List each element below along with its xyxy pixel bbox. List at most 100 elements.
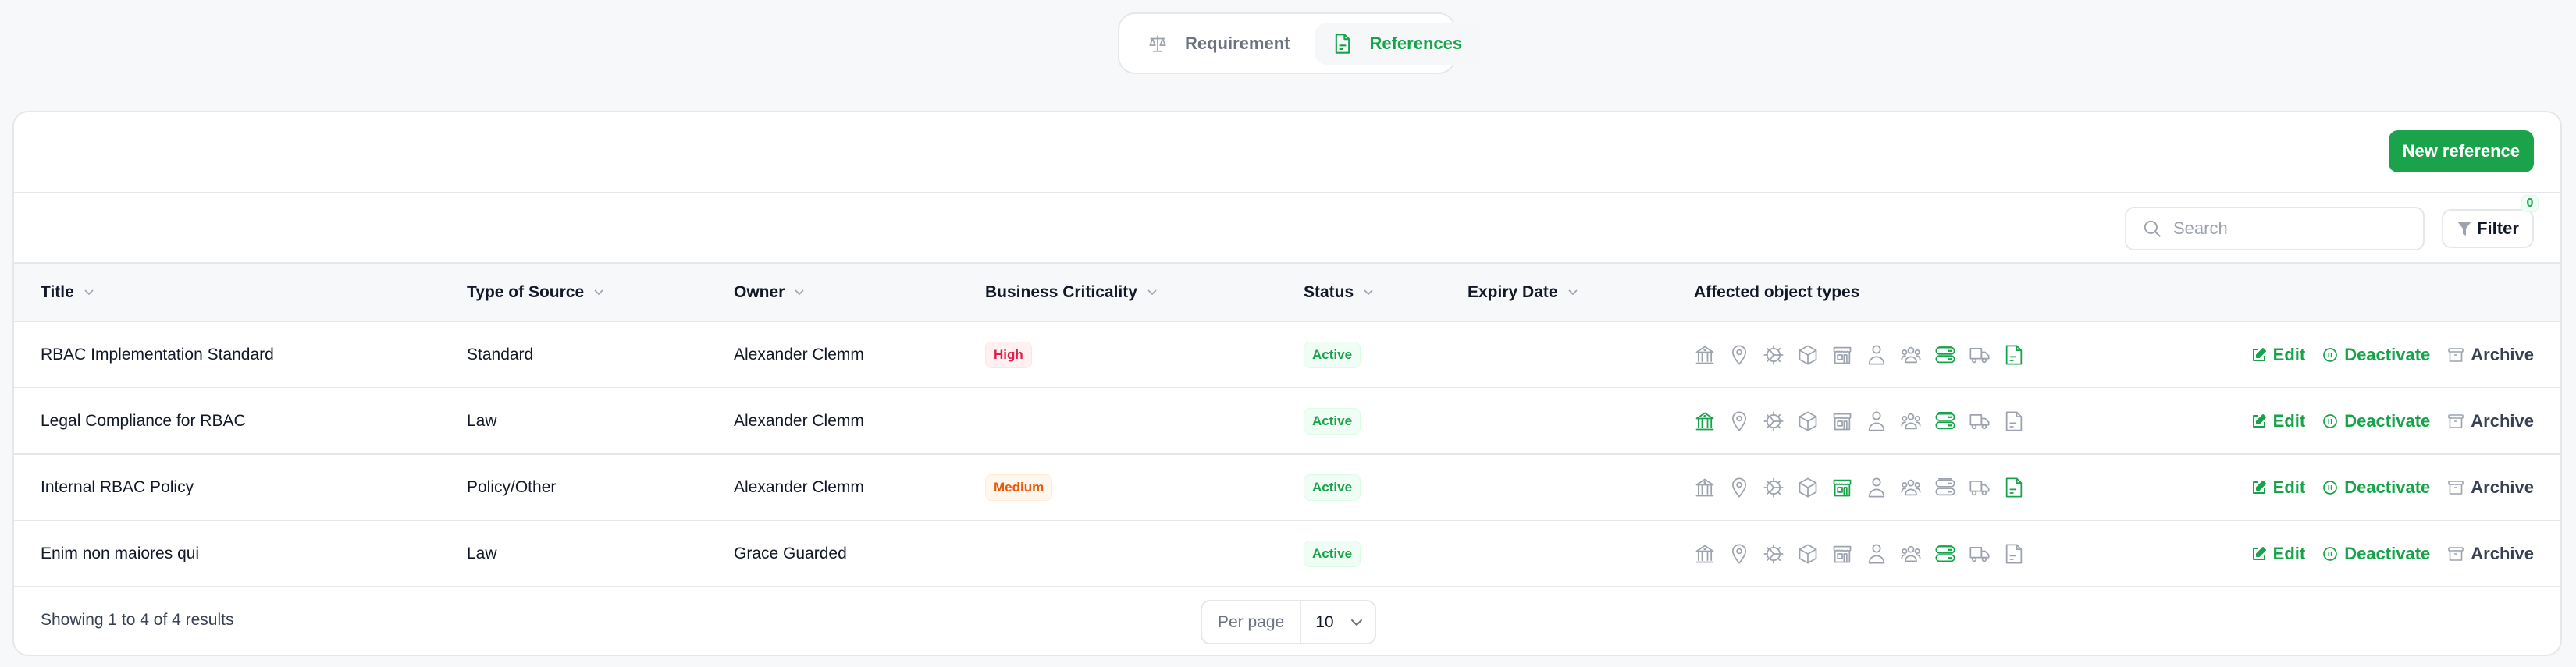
tab-requirement[interactable]: Requirement: [1129, 23, 1308, 65]
map-pin-icon: [1728, 542, 1750, 566]
column-owner: Owner: [734, 282, 785, 301]
cell-title: RBAC Implementation Standard: [41, 345, 274, 364]
chevron-down-icon: [1364, 289, 1373, 295]
edit-icon: [2252, 347, 2266, 361]
truck-icon: [1969, 542, 1991, 566]
sort-type[interactable]: Type of Source: [467, 283, 604, 302]
users-icon: [1900, 476, 1922, 499]
truck-icon: [1969, 410, 1991, 433]
cell-title: Internal RBAC Policy: [41, 477, 194, 496]
document-icon: [2003, 343, 2025, 367]
tab-references[interactable]: References: [1315, 22, 1482, 65]
archive-button[interactable]: Archive: [2447, 411, 2534, 431]
archive-label: Archive: [2471, 477, 2534, 497]
table-header-row: Title Type of Source Owner Business Crit…: [14, 264, 2560, 321]
archive-icon: [2448, 413, 2464, 428]
edit-label: Edit: [2272, 477, 2306, 497]
filter-count-badge: 0: [2521, 195, 2539, 212]
edit-button[interactable]: Edit: [2251, 345, 2305, 365]
column-status: Status: [1304, 282, 1354, 301]
table-toolbar: Filter 0: [14, 193, 2560, 264]
new-reference-button[interactable]: New reference: [2388, 130, 2534, 172]
bank-icon: [1694, 476, 1716, 499]
table-row[interactable]: Legal Compliance for RBAC Law Alexander …: [14, 388, 2560, 454]
map-pin-icon: [1728, 410, 1750, 433]
edit-button[interactable]: Edit: [2251, 477, 2306, 498]
edit-button[interactable]: Edit: [2251, 411, 2305, 431]
cube-icon: [1797, 542, 1819, 566]
affected-object-icons: [1694, 542, 2162, 566]
chevron-down-icon: [594, 289, 603, 295]
deactivate-button[interactable]: Deactivate: [2322, 544, 2430, 564]
cell-type: Standard: [467, 345, 534, 364]
references-table: Title Type of Source Owner Business Crit…: [14, 264, 2560, 587]
document-icon: [2003, 542, 2025, 566]
edit-label: Edit: [2272, 543, 2306, 563]
search-box[interactable]: [2125, 207, 2425, 250]
document-icon: [2003, 410, 2025, 433]
tab-references-label: References: [1369, 33, 1463, 53]
archive-button[interactable]: Archive: [2447, 544, 2534, 564]
per-page-dropdown[interactable]: 10: [1301, 613, 1363, 632]
cell-owner: Alexander Clemm: [734, 345, 864, 364]
column-type: Type of Source: [467, 282, 585, 301]
archive-label: Archive: [2471, 410, 2534, 431]
tab-requirement-label: Requirement: [1185, 33, 1290, 53]
status-badge: Active: [1304, 407, 1361, 435]
deactivate-label: Deactivate: [2344, 477, 2431, 497]
search-input[interactable]: [2173, 218, 2407, 239]
column-expiry: Expiry Date: [1468, 282, 1558, 301]
results-summary: Showing 1 to 4 of 4 results: [41, 611, 234, 629]
cell-owner: Alexander Clemm: [734, 477, 864, 496]
pause-circle-icon: [2323, 480, 2338, 495]
sort-owner[interactable]: Owner: [734, 283, 805, 302]
sort-criticality[interactable]: Business Criticality: [985, 283, 1158, 302]
map-pin-icon: [1728, 476, 1750, 499]
affected-object-icons: [1694, 476, 2162, 499]
table-row[interactable]: RBAC Implementation Standard Standard Al…: [14, 321, 2560, 388]
row-actions: Edit Deactivate Archive: [2162, 345, 2560, 365]
per-page-selector: Per page 10: [1201, 600, 1376, 644]
user-icon: [1866, 343, 1888, 367]
status-badge: Active: [1304, 474, 1361, 501]
affected-object-icons: [1694, 410, 2162, 433]
archive-button[interactable]: Archive: [2447, 477, 2534, 498]
filter-button[interactable]: Filter 0: [2442, 195, 2539, 248]
column-title: Title: [41, 282, 74, 301]
cell-title: Enim non maiores qui: [41, 544, 200, 562]
status-badge: Active: [1304, 540, 1361, 567]
user-icon: [1866, 542, 1888, 566]
store-icon: [1831, 542, 1853, 566]
map-pin-icon: [1728, 343, 1750, 367]
store-icon: [1831, 476, 1853, 499]
per-page-value: 10: [1315, 612, 1334, 631]
table-row[interactable]: Internal RBAC Policy Policy/Other Alexan…: [14, 454, 2560, 520]
column-criticality: Business Criticality: [985, 282, 1137, 301]
table-row[interactable]: Enim non maiores qui Law Grace Guarded A…: [14, 520, 2560, 587]
archive-icon: [2448, 480, 2464, 495]
gear-icon: [1763, 476, 1784, 499]
chevron-down-icon: [84, 289, 94, 295]
column-actions: [2162, 264, 2560, 321]
deactivate-button[interactable]: Deactivate: [2322, 477, 2430, 498]
criticality-badge: Medium: [985, 474, 1053, 501]
row-actions: Edit Deactivate Archive: [2162, 477, 2560, 498]
archive-button[interactable]: Archive: [2447, 345, 2534, 365]
deactivate-label: Deactivate: [2344, 344, 2431, 364]
server-icon: [1934, 476, 1956, 499]
sort-expiry[interactable]: Expiry Date: [1468, 283, 1578, 302]
user-icon: [1866, 476, 1888, 499]
sort-title[interactable]: Title: [41, 283, 94, 302]
cell-type: Law: [467, 544, 497, 562]
per-page-label: Per page: [1202, 601, 1302, 643]
gear-icon: [1763, 542, 1784, 566]
server-icon: [1934, 410, 1956, 433]
edit-button[interactable]: Edit: [2251, 543, 2306, 564]
sort-status[interactable]: Status: [1304, 283, 1374, 302]
deactivate-button[interactable]: Deactivate: [2322, 411, 2430, 431]
deactivate-button[interactable]: Deactivate: [2322, 345, 2430, 365]
truck-icon: [1969, 343, 1991, 367]
cell-owner: Alexander Clemm: [734, 411, 864, 430]
bank-icon: [1694, 542, 1716, 566]
store-icon: [1831, 343, 1853, 367]
